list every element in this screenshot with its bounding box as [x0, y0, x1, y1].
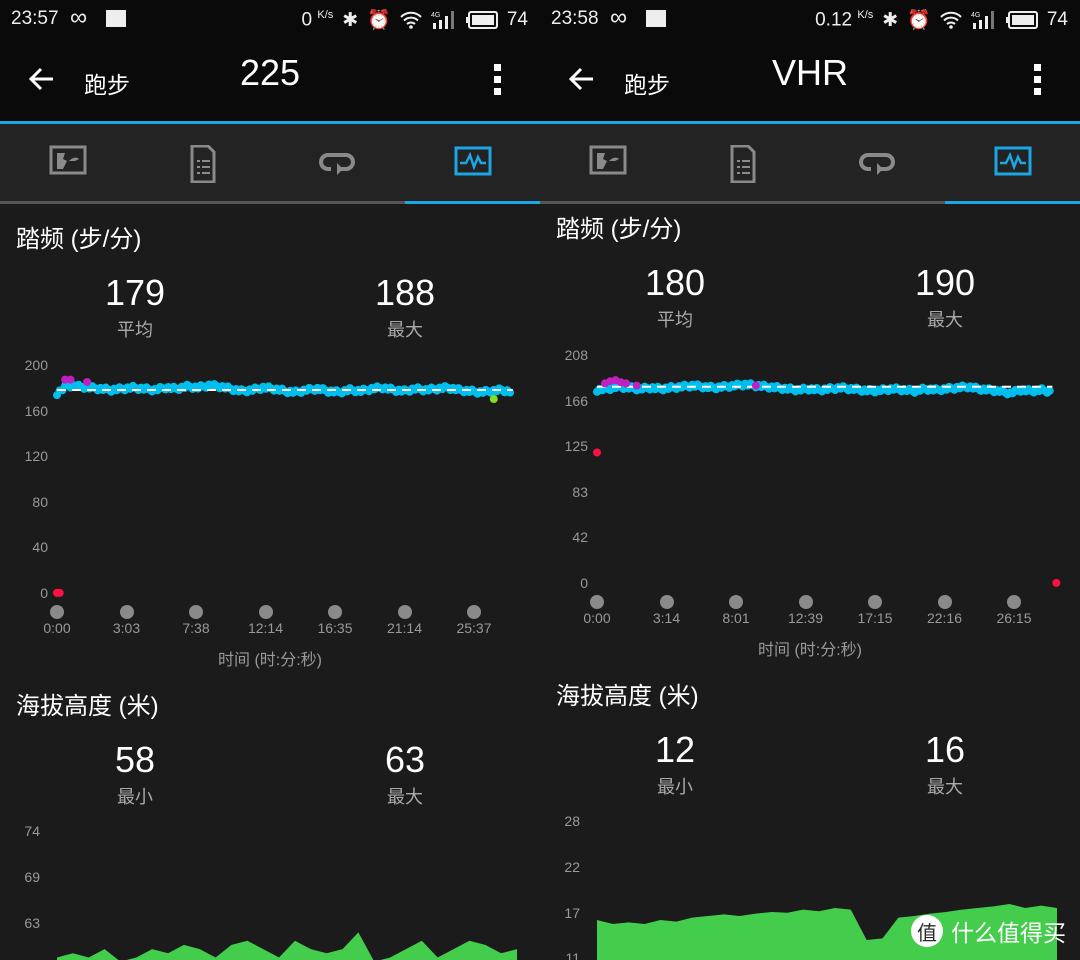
altitude-area — [57, 932, 517, 960]
watermark-text: 什么值得买 — [951, 920, 1066, 946]
altitude-chart[interactable] — [0, 0, 540, 960]
altitude-chart[interactable] — [540, 0, 1080, 960]
phone-screen-1: 23:57 ∞ 0 K/s ✱ ⏰ 4G 74 跑步 225 踏频 (步/分) … — [0, 0, 540, 960]
phone-screen-2: 23:58 ∞ 0.12 K/s ✱ ⏰ 4G 74 跑步 VHR 踏频 (步/… — [540, 0, 1080, 960]
watermark: 值什么值得买 — [911, 914, 1066, 948]
watermark-logo: 值 — [911, 915, 943, 947]
